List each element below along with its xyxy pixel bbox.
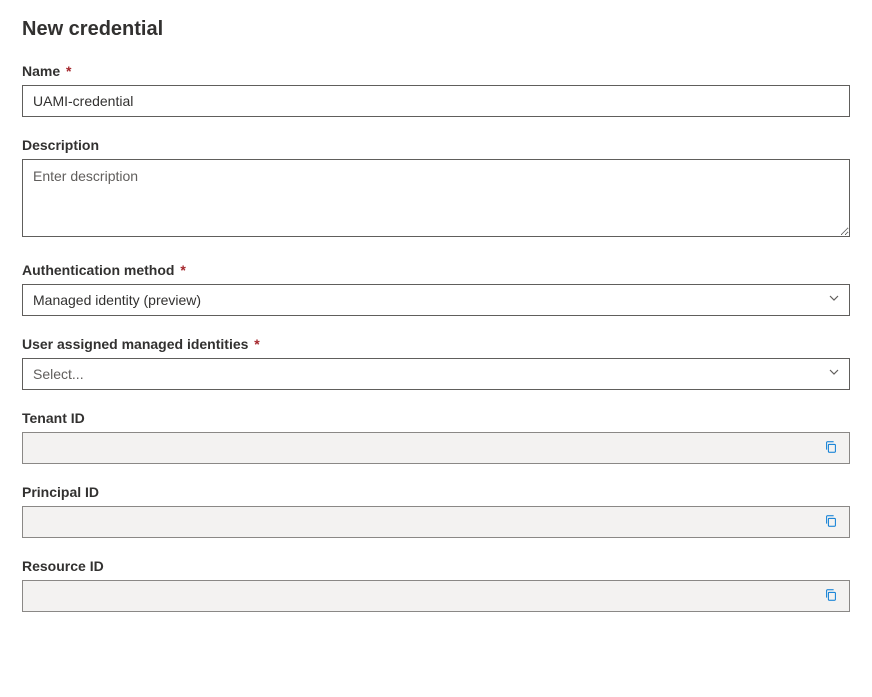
page-title: New credential [22, 18, 850, 41]
label-principal-id-text: Principal ID [22, 484, 99, 500]
label-uami-text: User assigned managed identities [22, 336, 248, 352]
label-resource-id-text: Resource ID [22, 558, 104, 574]
tenant-id-readonly [22, 432, 850, 464]
principal-id-readonly [22, 506, 850, 538]
label-auth-method-text: Authentication method [22, 262, 174, 278]
field-auth-method: Authentication method * Managed identity… [22, 262, 850, 316]
label-description: Description [22, 137, 850, 153]
auth-method-select[interactable]: Managed identity (preview) [22, 284, 850, 316]
uami-placeholder: Select... [33, 366, 84, 382]
copy-icon [824, 588, 838, 605]
label-description-text: Description [22, 137, 99, 153]
label-tenant-id-text: Tenant ID [22, 410, 85, 426]
required-marker: * [66, 63, 71, 79]
label-name: Name * [22, 63, 850, 79]
label-resource-id: Resource ID [22, 558, 850, 574]
field-resource-id: Resource ID [22, 558, 850, 612]
label-uami: User assigned managed identities * [22, 336, 850, 352]
copy-icon [824, 440, 838, 457]
field-description: Description [22, 137, 850, 242]
required-marker: * [254, 336, 259, 352]
label-principal-id: Principal ID [22, 484, 850, 500]
name-input[interactable] [22, 85, 850, 117]
resource-id-readonly [22, 580, 850, 612]
auth-method-value: Managed identity (preview) [33, 292, 201, 308]
required-marker: * [180, 262, 185, 278]
copy-resource-id-button[interactable] [819, 584, 843, 608]
label-auth-method: Authentication method * [22, 262, 850, 278]
label-name-text: Name [22, 63, 60, 79]
copy-tenant-id-button[interactable] [819, 436, 843, 460]
label-tenant-id: Tenant ID [22, 410, 850, 426]
uami-select[interactable]: Select... [22, 358, 850, 390]
field-tenant-id: Tenant ID [22, 410, 850, 464]
field-name: Name * [22, 63, 850, 117]
field-principal-id: Principal ID [22, 484, 850, 538]
description-input[interactable] [22, 159, 850, 237]
field-uami: User assigned managed identities * Selec… [22, 336, 850, 390]
copy-principal-id-button[interactable] [819, 510, 843, 534]
copy-icon [824, 514, 838, 531]
